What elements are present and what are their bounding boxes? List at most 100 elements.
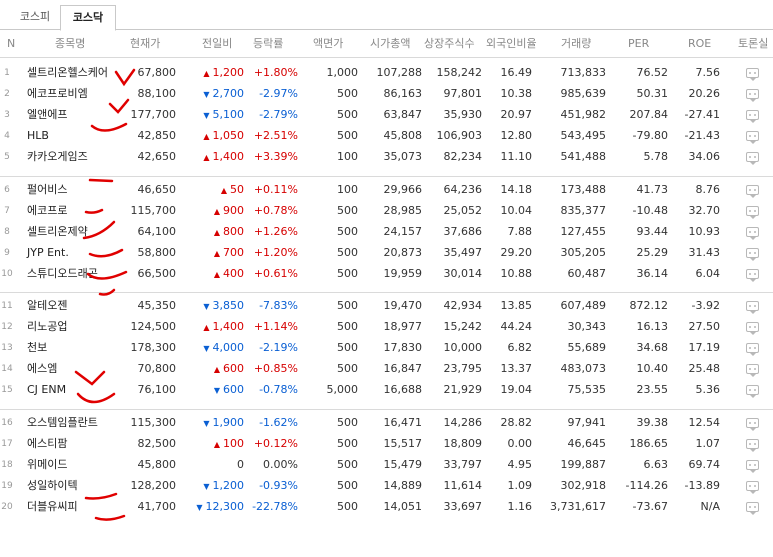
per-value: 50.31 — [636, 87, 669, 100]
current-price: 82,500 — [137, 437, 177, 450]
stock-name-link[interactable]: 오스템임플란트 — [27, 413, 127, 433]
par-value: 500 — [337, 246, 358, 259]
comment-icon — [746, 185, 759, 198]
market-cap: 63,847 — [383, 108, 423, 121]
change-value: ▲ 1,400 — [190, 147, 244, 167]
discussion-button[interactable] — [746, 243, 764, 263]
per-value: 23.55 — [636, 383, 669, 396]
listed-shares: 10,000 — [443, 341, 483, 354]
discussion-button[interactable] — [746, 201, 764, 221]
discussion-button[interactable] — [746, 105, 764, 125]
foreign-ratio: 13.85 — [500, 299, 533, 312]
row-number: 8 — [4, 227, 10, 237]
stock-name-link[interactable]: 셀트리온제약 — [27, 222, 127, 242]
listed-shares: 35,930 — [443, 108, 483, 121]
stock-name-link[interactable]: 엘앤에프 — [27, 105, 127, 125]
stock-name-link[interactable]: 에스엠 — [27, 359, 127, 379]
trading-volume: 543,495 — [560, 129, 607, 142]
discussion-button[interactable] — [746, 497, 764, 517]
discussion-button[interactable] — [746, 126, 764, 146]
per-value: 186.65 — [629, 437, 669, 450]
comment-icon — [746, 89, 759, 102]
discussion-button[interactable] — [746, 455, 764, 475]
market-cap: 15,517 — [383, 437, 423, 450]
trading-volume: 127,455 — [560, 225, 607, 238]
par-value: 500 — [337, 299, 358, 312]
comment-icon — [746, 418, 759, 431]
roe-value: 7.56 — [695, 66, 721, 79]
tab-kospi[interactable]: 코스피 — [10, 5, 60, 30]
stock-name-link[interactable]: 에코프로 — [27, 201, 127, 221]
comment-icon — [746, 269, 759, 282]
change-amount: 3,850 — [212, 299, 245, 312]
stock-name-link[interactable]: 알테오젠 — [27, 296, 127, 316]
arrow-up-icon: ▲ — [203, 132, 210, 141]
trading-volume: 483,073 — [560, 362, 607, 375]
table-row: 15 CJ ENM 76,100 ▼ 600 -0.78% 5,000 16,688 21,92… — [0, 380, 773, 400]
discussion-button[interactable] — [746, 317, 764, 337]
arrow-down-icon: ▼ — [203, 344, 210, 353]
discussion-button[interactable] — [746, 413, 764, 433]
market-cap: 86,163 — [383, 87, 423, 100]
tab-kosdaq[interactable]: 코스닥 — [60, 5, 116, 31]
discussion-button[interactable] — [746, 338, 764, 358]
change-value: ▼ 2,700 — [190, 84, 244, 104]
market-cap: 29,966 — [383, 183, 423, 196]
row-number: 6 — [4, 185, 10, 195]
comment-icon — [746, 68, 759, 81]
change-rate: +1.14% — [253, 320, 298, 333]
stock-name-link[interactable]: CJ ENM — [27, 380, 127, 400]
trading-volume: 60,487 — [567, 267, 607, 280]
discussion-button[interactable] — [746, 296, 764, 316]
current-price: 46,650 — [137, 183, 177, 196]
stock-name-link[interactable]: JYP Ent. — [27, 243, 127, 263]
per-value: 76.52 — [636, 66, 669, 79]
stock-name-link[interactable]: HLB — [27, 126, 127, 146]
arrow-down-icon: ▼ — [203, 482, 210, 491]
group-divider — [0, 176, 773, 177]
discussion-button[interactable] — [746, 84, 764, 104]
stock-name-link[interactable]: 리노공업 — [27, 317, 127, 337]
foreign-ratio: 0.00 — [507, 437, 533, 450]
comment-icon — [746, 248, 759, 261]
stock-name-link[interactable]: 에코프로비엠 — [27, 84, 127, 104]
listed-shares: 82,234 — [443, 150, 483, 163]
discussion-button[interactable] — [746, 476, 764, 496]
discussion-button[interactable] — [746, 434, 764, 454]
discussion-button[interactable] — [746, 180, 764, 200]
comment-icon — [746, 152, 759, 165]
par-value: 500 — [337, 479, 358, 492]
listed-shares: 64,236 — [443, 183, 483, 196]
change-amount: 12,300 — [205, 500, 245, 513]
stock-name-link[interactable]: 펄어비스 — [27, 180, 127, 200]
foreign-ratio: 44.24 — [500, 320, 533, 333]
change-rate: +0.78% — [253, 204, 298, 217]
change-rate: +0.85% — [253, 362, 298, 375]
row-number: 3 — [4, 110, 10, 120]
trading-volume: 199,887 — [560, 458, 607, 471]
stock-name-link[interactable]: 천보 — [27, 338, 127, 358]
discussion-button[interactable] — [746, 222, 764, 242]
par-value: 500 — [337, 267, 358, 280]
row-number: 15 — [1, 385, 13, 395]
per-value: -73.67 — [632, 500, 668, 513]
comment-icon — [746, 301, 759, 314]
discussion-button[interactable] — [746, 147, 764, 167]
stock-name-link[interactable]: 셀트리온헬스케어 — [27, 63, 117, 83]
discussion-button[interactable] — [746, 63, 764, 83]
discussion-button[interactable] — [746, 264, 764, 284]
stock-name-link[interactable]: 에스티팜 — [27, 434, 127, 454]
stock-name-link[interactable]: 카카오게임즈 — [27, 147, 127, 167]
change-amount: 1,900 — [212, 416, 245, 429]
per-value: 16.13 — [636, 320, 669, 333]
stock-name-link[interactable]: 성일하이텍 — [27, 476, 127, 496]
discussion-button[interactable] — [746, 380, 764, 400]
change-value: ▼ 3,850 — [190, 296, 244, 316]
table-row: 4 HLB 42,850 ▲ 1,050 +2.51% 500 45,808 106,903 12… — [0, 126, 773, 146]
stock-name-link[interactable]: 위메이드 — [27, 455, 127, 475]
stock-name-link[interactable]: 스튜디오드래곤 — [27, 264, 127, 284]
current-price: 70,800 — [137, 362, 177, 375]
roe-value: 32.70 — [688, 204, 721, 217]
discussion-button[interactable] — [746, 359, 764, 379]
stock-name-link[interactable]: 더블유씨피 — [27, 497, 127, 517]
